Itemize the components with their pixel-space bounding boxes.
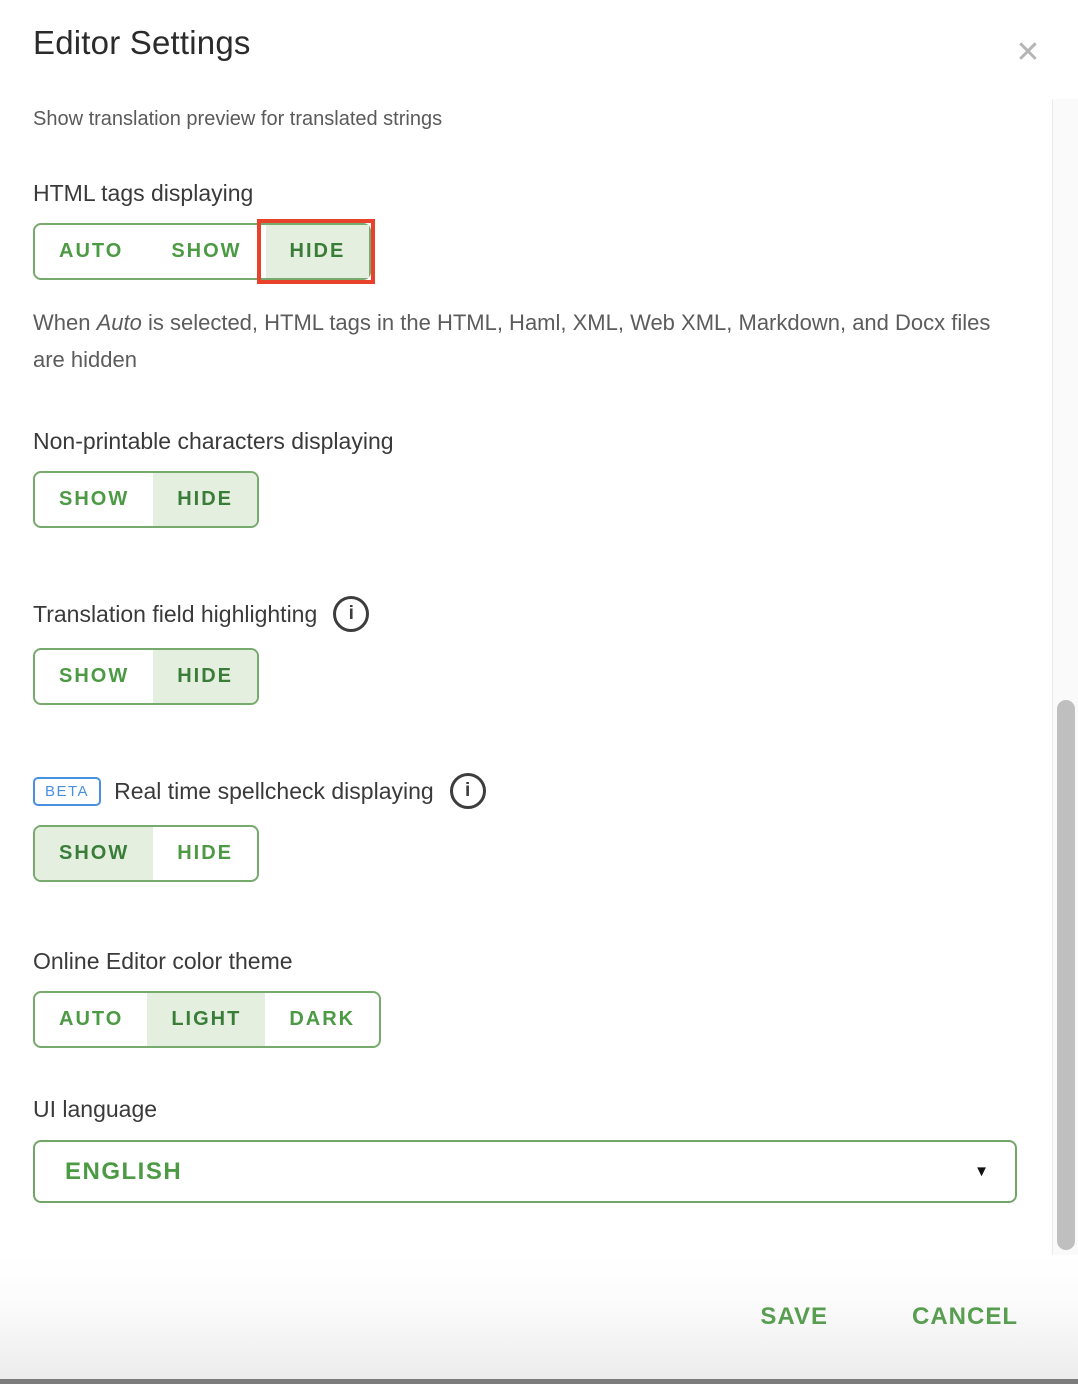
chevron-down-icon: ▼ — [974, 1163, 989, 1180]
save-button[interactable]: SAVE — [760, 1303, 828, 1331]
ui-language-label: UI language — [33, 1096, 157, 1123]
page-title: Editor Settings — [33, 24, 1045, 62]
setting-ui-language: UI language ENGLISH ▼ — [33, 1096, 1045, 1203]
beta-badge: BETA — [33, 777, 101, 806]
info-icon[interactable]: i — [450, 773, 486, 809]
info-icon-glyph: i — [349, 603, 354, 625]
description-text: is selected, HTML tags in the HTML, Haml… — [33, 310, 990, 372]
info-icon-glyph: i — [465, 780, 470, 802]
non-printable-toggle: SHOW HIDE — [33, 471, 259, 528]
html-tags-label: HTML tags displaying — [33, 180, 253, 207]
editor-settings-modal: Editor Settings ✕ Show translation previ… — [0, 0, 1078, 1384]
non-printable-label: Non-printable characters displaying — [33, 428, 394, 455]
info-icon[interactable]: i — [333, 596, 369, 632]
color-theme-option-auto[interactable]: AUTO — [35, 993, 147, 1046]
close-icon: ✕ — [1015, 38, 1040, 68]
html-tags-option-auto[interactable]: AUTO — [35, 225, 147, 278]
setting-field-highlighting: Translation field highlighting i SHOW HI… — [33, 596, 1045, 705]
spellcheck-label: Real time spellcheck displaying — [114, 778, 434, 805]
modal-header: Editor Settings ✕ — [0, 0, 1078, 62]
cancel-button[interactable]: CANCEL — [912, 1303, 1018, 1331]
modal-content: Show translation preview for translated … — [0, 108, 1078, 1203]
setting-spellcheck: BETA Real time spellcheck displaying i S… — [33, 773, 1045, 882]
html-tags-option-hide[interactable]: HIDE — [266, 225, 370, 278]
modal-footer: SAVE CANCEL — [0, 1255, 1078, 1379]
field-highlighting-label: Translation field highlighting — [33, 601, 317, 628]
intro-text: Show translation preview for translated … — [33, 108, 1045, 131]
field-highlighting-toggle: SHOW HIDE — [33, 648, 259, 705]
setting-color-theme: Online Editor color theme AUTO LIGHT DAR… — [33, 948, 1045, 1048]
description-text: When — [33, 310, 97, 335]
scrollbar-track[interactable] — [1052, 99, 1078, 1257]
field-highlighting-option-hide[interactable]: HIDE — [153, 650, 257, 703]
non-printable-option-hide[interactable]: HIDE — [153, 473, 257, 526]
scrollbar-thumb[interactable] — [1057, 700, 1075, 1250]
html-tags-description: When Auto is selected, HTML tags in the … — [33, 304, 1018, 378]
non-printable-option-show[interactable]: SHOW — [35, 473, 153, 526]
color-theme-toggle: AUTO LIGHT DARK — [33, 991, 381, 1048]
spellcheck-option-hide[interactable]: HIDE — [153, 827, 257, 880]
setting-html-tags: HTML tags displaying AUTO SHOW HIDE When… — [33, 180, 1045, 378]
color-theme-label: Online Editor color theme — [33, 948, 293, 975]
setting-non-printable: Non-printable characters displaying SHOW… — [33, 428, 1045, 528]
color-theme-option-dark[interactable]: DARK — [265, 993, 379, 1046]
ui-language-value: ENGLISH — [65, 1158, 182, 1186]
close-button[interactable]: ✕ — [1008, 33, 1048, 73]
modal-bottom-edge — [0, 1379, 1078, 1384]
html-tags-toggle: AUTO SHOW HIDE — [33, 223, 371, 280]
color-theme-option-light[interactable]: LIGHT — [147, 993, 265, 1046]
spellcheck-option-show[interactable]: SHOW — [35, 827, 153, 880]
ui-language-select[interactable]: ENGLISH ▼ — [33, 1140, 1017, 1203]
field-highlighting-option-show[interactable]: SHOW — [35, 650, 153, 703]
html-tags-option-show[interactable]: SHOW — [147, 225, 265, 278]
description-italic-auto: Auto — [97, 310, 142, 335]
spellcheck-toggle: SHOW HIDE — [33, 825, 259, 882]
